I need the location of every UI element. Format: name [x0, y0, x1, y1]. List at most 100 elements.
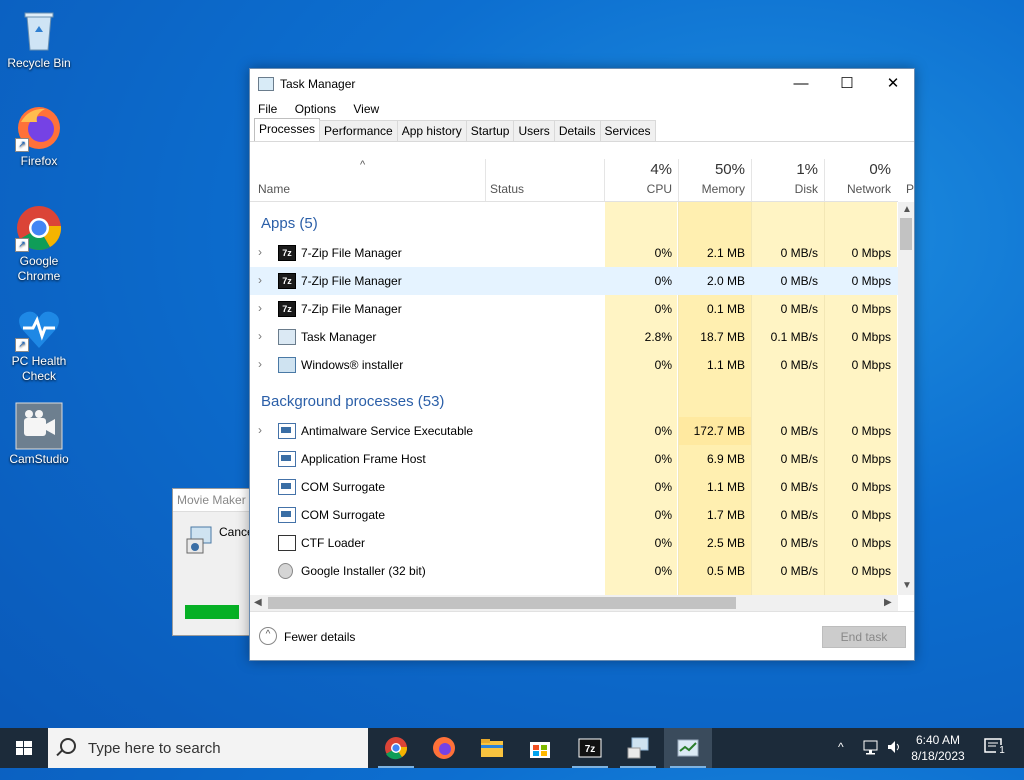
taskbar-store[interactable] — [516, 728, 564, 768]
column-status-label: Status — [490, 182, 525, 196]
process-row[interactable]: › 7z 7-Zip File Manager 0% 0.1 MB 0 MB/s 0 Mbp… — [250, 295, 898, 323]
process-name: 7-Zip File Manager — [301, 302, 402, 316]
windows-logo-icon — [16, 741, 32, 755]
taskbar: Type here to search 7z ^ 6:40 AM 8/18/20… — [0, 728, 1024, 768]
process-network: 0 Mbps — [851, 536, 891, 550]
process-disk: 0 MB/s — [780, 274, 818, 288]
vertical-scrollbar[interactable]: ▲ ▼ — [898, 202, 914, 595]
close-button[interactable]: ✕ — [870, 69, 916, 99]
search-box[interactable]: Type here to search — [48, 728, 368, 768]
installer-icon — [627, 737, 649, 759]
minimize-button[interactable]: — — [778, 69, 824, 99]
process-row[interactable]: › Antimalware Service Executable 0% 172.7 M… — [250, 417, 898, 445]
ctf-loader-icon — [278, 535, 296, 551]
show-hidden-icons-chevron-icon[interactable]: ^ — [838, 740, 844, 780]
menu-options[interactable]: Options — [295, 99, 336, 119]
group-header-background[interactable]: Background processes (53) — [261, 393, 444, 410]
process-name: CTF Loader — [301, 536, 366, 550]
chrome-icon — [385, 737, 408, 760]
taskbar-installer[interactable] — [614, 728, 662, 768]
column-power[interactable]: P — [898, 159, 914, 201]
horizontal-scrollbar[interactable]: ◀ ▶ — [250, 595, 898, 611]
column-memory[interactable]: 50% Memory — [679, 159, 751, 201]
process-row[interactable]: COM Surrogate 0% 1.7 MB 0 MB/s 0 Mbps — [250, 501, 898, 529]
column-name[interactable]: Name — [250, 159, 485, 201]
process-cpu: 0% — [654, 564, 672, 578]
tab-startup[interactable]: Startup — [465, 120, 515, 141]
process-list: Apps (5) Background processes (53) › 7z 7-… — [250, 202, 898, 595]
google-installer-icon — [278, 563, 293, 579]
process-row[interactable]: COM Surrogate 0% 1.1 MB 0 MB/s 0 Mbps — [250, 473, 898, 501]
process-cpu: 0% — [654, 424, 672, 438]
start-button[interactable] — [0, 728, 48, 768]
process-name: Windows® installer — [301, 358, 404, 372]
taskbar-firefox[interactable] — [420, 728, 468, 768]
scroll-right-icon[interactable]: ▶ — [884, 597, 892, 608]
tab-services[interactable]: Services — [599, 120, 656, 141]
scroll-left-icon[interactable]: ◀ — [254, 597, 262, 608]
column-cpu[interactable]: 4% CPU — [605, 159, 678, 201]
process-cpu: 0% — [654, 358, 672, 372]
menu-view[interactable]: View — [353, 99, 379, 119]
pc-health-check-desktop-icon[interactable]: ↗ PC Health Check — [4, 304, 74, 384]
scroll-up-icon[interactable]: ▲ — [902, 204, 912, 215]
search-icon — [60, 738, 76, 754]
process-row[interactable]: › Windows® installer 0% 1.1 MB 0 MB/s 0 Mbps — [250, 351, 898, 379]
clock-date: 8/18/2023 — [911, 749, 965, 763]
menu-file[interactable]: File — [258, 99, 277, 119]
fewer-details-link[interactable]: Fewer details — [284, 630, 355, 644]
taskbar-7zip[interactable]: 7z — [566, 728, 614, 768]
column-disk[interactable]: 1% Disk — [752, 159, 824, 201]
process-name: 7-Zip File Manager — [301, 246, 402, 260]
vertical-scroll-thumb[interactable] — [900, 218, 912, 250]
firefox-desktop-icon[interactable]: ↗ Firefox — [4, 104, 74, 169]
expand-chevron-icon[interactable]: › — [258, 301, 262, 315]
process-memory: 18.7 MB — [700, 330, 745, 344]
taskbar-task-manager[interactable] — [664, 728, 712, 768]
expand-chevron-icon[interactable]: › — [258, 329, 262, 343]
process-row[interactable]: › Task Manager 2.8% 18.7 MB 0.1 MB/s 0 Mbps — [250, 323, 898, 351]
expand-chevron-icon[interactable]: › — [258, 357, 262, 371]
taskbar-chrome[interactable] — [372, 728, 420, 768]
group-header-apps[interactable]: Apps (5) — [261, 215, 318, 232]
tab-app-history[interactable]: App history — [396, 120, 467, 141]
tab-processes[interactable]: Processes — [254, 118, 321, 141]
title-bar[interactable]: Task Manager — ☐ ✕ — [250, 69, 914, 99]
pc-health-check-label: PC Health Check — [11, 354, 67, 383]
column-status[interactable]: Status — [486, 159, 604, 201]
expand-chevron-icon[interactable]: › — [258, 245, 262, 259]
tab-users[interactable]: Users — [513, 120, 555, 141]
horizontal-scroll-thumb[interactable] — [268, 597, 736, 609]
process-memory: 2.0 MB — [706, 274, 745, 288]
task-manager-icon — [278, 329, 296, 345]
7zip-icon: 7z — [278, 245, 296, 261]
process-row[interactable]: Application Frame Host 0% 6.9 MB 0 MB/s 0 Mb… — [250, 445, 898, 473]
scroll-down-icon[interactable]: ▼ — [902, 580, 912, 591]
process-row[interactable]: Google Installer (32 bit) 0% 0.5 MB 0 MB/s 0… — [250, 557, 898, 585]
process-disk: 0.1 MB/s — [770, 330, 818, 344]
process-disk: 0 MB/s — [780, 480, 818, 494]
notification-center-icon[interactable]: 1 — [984, 736, 1008, 760]
tab-details[interactable]: Details — [553, 120, 601, 141]
expand-chevron-icon[interactable]: › — [258, 423, 262, 437]
end-task-button[interactable]: End task — [822, 626, 906, 648]
system-clock[interactable]: 6:40 AM 8/18/2023 — [902, 732, 974, 764]
maximize-button[interactable]: ☐ — [824, 69, 870, 99]
process-row[interactable]: CTF Loader 0% 2.5 MB 0 MB/s 0 Mbps — [250, 529, 898, 557]
taskbar-file-explorer[interactable] — [468, 728, 516, 768]
column-network[interactable]: 0% Network — [825, 159, 897, 201]
camstudio-desktop-icon[interactable]: CamStudio — [4, 402, 74, 467]
memory-percent: 50% — [714, 161, 745, 178]
process-network: 0 Mbps — [851, 564, 891, 578]
task-manager-window[interactable]: Task Manager — ☐ ✕ File Options View Pro… — [249, 68, 915, 661]
process-row[interactable]: › 7z 7-Zip File Manager 0% 2.1 MB 0 MB/s 0 Mbp… — [250, 239, 898, 267]
tab-performance[interactable]: Performance — [319, 120, 398, 141]
recycle-bin-desktop-icon[interactable]: Recycle Bin — [4, 6, 74, 71]
chrome-desktop-icon[interactable]: ↗ Google Chrome — [4, 204, 74, 284]
expand-chevron-icon[interactable]: › — [258, 273, 262, 287]
process-row[interactable]: › 7z 7-Zip File Manager 0% 2.0 MB 0 MB/s 0 Mbp… — [250, 267, 898, 295]
network-icon[interactable] — [862, 738, 880, 778]
chevron-up-icon[interactable]: ^ — [259, 627, 277, 645]
process-disk: 0 MB/s — [780, 508, 818, 522]
process-memory: 0.1 MB — [706, 302, 745, 316]
